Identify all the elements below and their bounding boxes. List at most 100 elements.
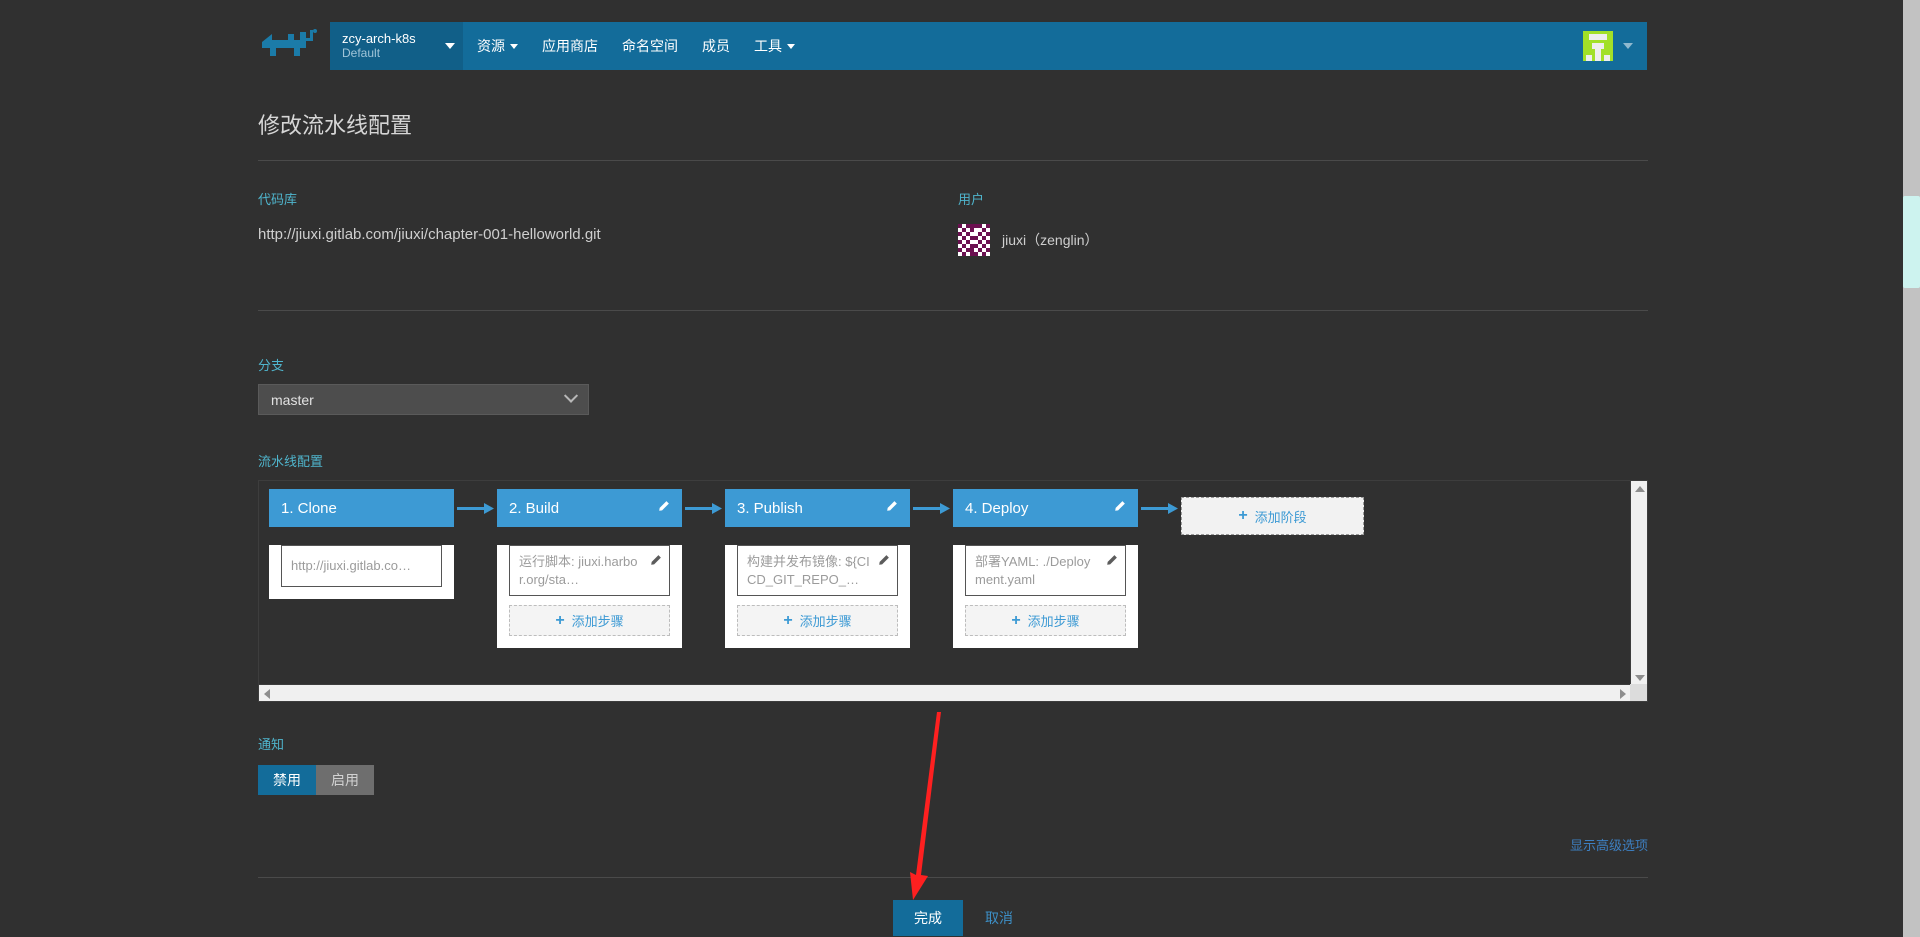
chevron-down-icon [787, 43, 795, 49]
notification-label: 通知 [258, 737, 285, 752]
scroll-right-icon[interactable] [1620, 689, 1626, 699]
plus-icon: + [555, 611, 565, 629]
finish-button[interactable]: 完成 [893, 900, 963, 936]
scroll-down-icon[interactable] [1635, 675, 1645, 681]
header-right [1583, 22, 1647, 70]
user-identicon [958, 224, 990, 256]
nav-item-app-store[interactable]: 应用商店 [542, 36, 598, 56]
page-title: 修改流水线配置 [258, 113, 413, 138]
cancel-button[interactable]: 取消 [985, 908, 1013, 928]
nav-item-members[interactable]: 成员 [702, 36, 730, 56]
nav-label: 成员 [702, 38, 730, 54]
pipeline-stage-header[interactable]: 1. Clone [269, 489, 454, 527]
cluster-name: zcy-arch-k8s [342, 30, 416, 46]
pipeline-stage: 2. Build 运行脚本: jiuxi.harbor.org/sta… + 添加步骤 [497, 489, 722, 649]
nav-item-namespace[interactable]: 命名空间 [622, 36, 678, 56]
scrollbar-corner [1630, 684, 1647, 701]
pipeline-stage: 1. Clone http://jiuxi.gitlab.co… [269, 489, 494, 648]
branch-value: master [271, 391, 314, 408]
add-step-label: 添加步骤 [799, 614, 852, 630]
pipeline-stage-body: http://jiuxi.gitlab.co… [269, 545, 454, 599]
pipeline-stage-header[interactable]: 3. Publish [725, 489, 910, 527]
edit-pencil-icon[interactable] [885, 500, 898, 517]
pipeline-stage-body: 部署YAML: ./Deployment.yaml + 添加步骤 [953, 545, 1138, 649]
form-actions: 完成 取消 [258, 900, 1648, 936]
edit-pencil-icon[interactable] [877, 554, 890, 572]
plus-icon: + [1238, 507, 1248, 524]
chevron-down-icon [445, 43, 455, 49]
pipeline-step-text: http://jiuxi.gitlab.co… [291, 558, 411, 574]
pipeline-stage-body: 运行脚本: jiuxi.harbor.org/sta… + 添加步骤 [497, 545, 682, 649]
notification-enable-button[interactable]: 启用 [316, 765, 374, 795]
pipeline-stage-title: 4. Deploy [965, 499, 1029, 517]
notification-disable-button[interactable]: 禁用 [258, 765, 316, 795]
pipeline-step[interactable]: 运行脚本: jiuxi.harbor.org/sta… [509, 545, 670, 597]
edit-pencil-icon[interactable] [657, 500, 670, 517]
add-stage-button[interactable]: + 添加阶段 [1181, 497, 1364, 535]
pipeline-step[interactable]: http://jiuxi.gitlab.co… [281, 545, 442, 587]
divider [258, 877, 1648, 878]
notification-toggle: 禁用 启用 [258, 765, 374, 795]
user-label: 用户 [958, 192, 985, 207]
branch-label: 分支 [258, 358, 285, 373]
chevron-down-icon [563, 388, 579, 403]
pipeline-step-text: 构建并发布镜像: ${CICD_GIT_REPO_… [747, 554, 870, 587]
pipeline-stage-title: 3. Publish [737, 499, 803, 517]
info-row: 代码库 http://jiuxi.gitlab.com/jiuxi/chapte… [258, 161, 1648, 256]
user-avatar-icon[interactable] [1583, 31, 1613, 61]
add-step-button[interactable]: + 添加步骤 [737, 605, 898, 637]
nav-item-resources[interactable]: 资源 [477, 36, 518, 56]
cluster-project: Default [342, 45, 381, 60]
app-header: zcy-arch-k8s Default 资源 应用商店 命名空间 成员 工具 [330, 22, 1647, 70]
app-root: zcy-arch-k8s Default 资源 应用商店 命名空间 成员 工具 [0, 0, 1903, 937]
pipeline-step[interactable]: 构建并发布镜像: ${CICD_GIT_REPO_… [737, 545, 898, 597]
pipeline-stage-header[interactable]: 4. Deploy [953, 489, 1138, 527]
pipeline-step-text: 运行脚本: jiuxi.harbor.org/sta… [519, 554, 638, 587]
chevron-down-icon[interactable] [1623, 43, 1633, 49]
cluster-selector[interactable]: zcy-arch-k8s Default [330, 22, 463, 70]
branch-select[interactable]: master [258, 384, 589, 415]
add-step-button[interactable]: + 添加步骤 [509, 605, 670, 637]
add-step-label: 添加步骤 [571, 614, 624, 630]
pipeline-vertical-scrollbar[interactable] [1630, 481, 1647, 686]
pipeline-stage-title: 2. Build [509, 499, 560, 517]
main-nav: 资源 应用商店 命名空间 成员 工具 [463, 22, 795, 70]
pipeline-config-label: 流水线配置 [258, 454, 324, 469]
pipeline-step-text: 部署YAML: ./Deployment.yaml [975, 554, 1091, 587]
plus-icon: + [1011, 611, 1021, 629]
user-row: jiuxi（zenglin） [958, 224, 1648, 256]
page-content: 修改流水线配置 代码库 http://jiuxi.gitlab.com/jiux… [258, 92, 1648, 936]
add-step-button[interactable]: + 添加步骤 [965, 605, 1126, 637]
user-block: 用户 jiuxi（zenglin） [958, 189, 1648, 256]
show-advanced-options-link[interactable]: 显示高级选项 [258, 835, 1648, 854]
pipeline-stages: 1. Clone http://jiuxi.gitlab.co… 2. Build 运… [269, 489, 1364, 649]
nav-label: 命名空间 [622, 38, 678, 54]
nav-item-tools[interactable]: 工具 [754, 36, 795, 56]
browser-scrollbar[interactable] [1903, 0, 1920, 937]
pipeline-horizontal-scrollbar[interactable] [259, 684, 1631, 701]
browser-scrollbar-thumb[interactable] [1903, 196, 1920, 288]
pipeline-stage-body: 构建并发布镜像: ${CICD_GIT_REPO_… + 添加步骤 [725, 545, 910, 649]
pipeline-stage: 4. Deploy 部署YAML: ./Deployment.yaml + 添加步骤 [953, 489, 1178, 649]
repo-url: http://jiuxi.gitlab.com/jiuxi/chapter-00… [258, 226, 601, 243]
nav-label: 资源 [477, 38, 505, 54]
branch-field: 分支 master [258, 355, 1648, 415]
pipeline-canvas: 1. Clone http://jiuxi.gitlab.co… 2. Build 运… [259, 481, 1631, 685]
chevron-down-icon [510, 43, 518, 49]
repo-label: 代码库 [258, 192, 298, 207]
rancher-cow-logo[interactable] [258, 28, 320, 64]
edit-pencil-icon[interactable] [1113, 500, 1126, 517]
edit-pencil-icon[interactable] [1105, 554, 1118, 572]
pipeline-board: 1. Clone http://jiuxi.gitlab.co… 2. Build 运… [258, 480, 1648, 702]
nav-label: 应用商店 [542, 38, 598, 54]
add-step-label: 添加步骤 [1027, 614, 1080, 630]
add-stage-label: 添加阶段 [1254, 509, 1307, 525]
pipeline-step[interactable]: 部署YAML: ./Deployment.yaml [965, 545, 1126, 597]
nav-label: 工具 [754, 38, 782, 54]
plus-icon: + [783, 611, 793, 629]
scroll-left-icon[interactable] [264, 689, 270, 699]
edit-pencil-icon[interactable] [649, 554, 662, 572]
scroll-up-icon[interactable] [1635, 486, 1645, 492]
divider [258, 310, 1648, 311]
pipeline-stage-header[interactable]: 2. Build [497, 489, 682, 527]
